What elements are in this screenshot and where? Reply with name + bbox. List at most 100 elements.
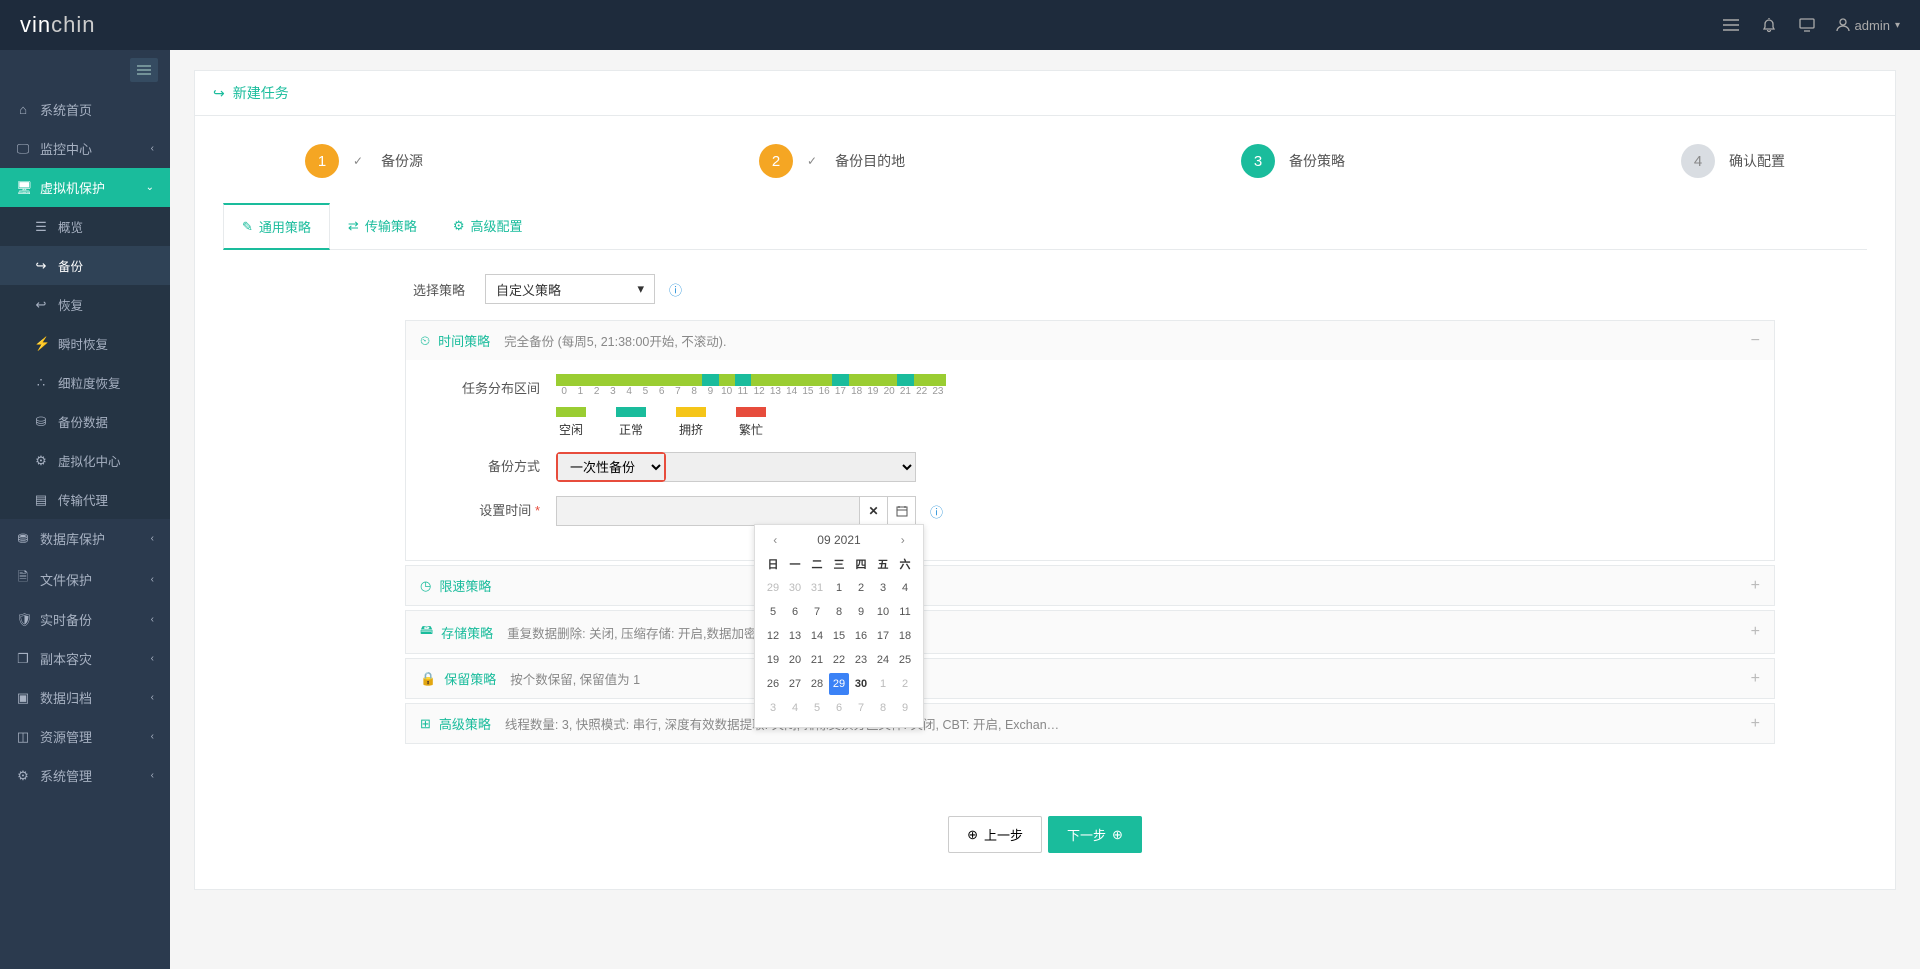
cal-day-29[interactable]: 29 — [763, 577, 783, 599]
cal-day-19[interactable]: 19 — [763, 649, 783, 671]
sidebar-item-monitor[interactable]: 🖵监控中心‹ — [0, 129, 170, 168]
cal-day-13[interactable]: 13 — [785, 625, 805, 647]
calendar-popup: ‹ 09 2021 › 日一二三四五六293031123456789101112… — [754, 524, 924, 728]
calendar-prev[interactable]: ‹ — [773, 533, 777, 547]
sidebar-item-rt[interactable]: 🛡实时备份‹ — [0, 600, 170, 639]
sidebar-sub-data[interactable]: ⛁备份数据 — [0, 402, 170, 441]
user-menu[interactable]: admin ▾ — [1836, 18, 1900, 33]
cal-day-7[interactable]: 7 — [851, 697, 871, 719]
sidebar-item-vm-protect[interactable]: 🖥虚拟机保护⌄ — [0, 168, 170, 207]
backup-mode-select[interactable]: 一次性备份 — [558, 454, 664, 480]
cal-day-14[interactable]: 14 — [807, 625, 827, 647]
cal-day-9[interactable]: 9 — [851, 601, 871, 623]
cal-day-2[interactable]: 2 — [895, 673, 915, 695]
dashboard-icon: ◫ — [16, 729, 30, 745]
calendar-button[interactable] — [887, 497, 915, 525]
cal-day-30[interactable]: 30 — [851, 673, 871, 695]
share-icon: ↪ — [213, 85, 225, 102]
select-policy-dropdown[interactable]: 自定义策略 ▾ — [485, 274, 655, 304]
sidebar-sub-restore[interactable]: ↩恢复 — [0, 285, 170, 324]
monitor-icon[interactable] — [1798, 16, 1816, 34]
cal-day-10[interactable]: 10 — [873, 601, 893, 623]
cal-day-5[interactable]: 5 — [807, 697, 827, 719]
prev-button[interactable]: ⊕上一步 — [948, 816, 1042, 853]
check-icon: ✓ — [807, 154, 817, 168]
next-button[interactable]: 下一步⊕ — [1048, 816, 1142, 853]
sidebar-item-home[interactable]: ⌂系统首页 — [0, 90, 170, 129]
cal-day-3[interactable]: 3 — [873, 577, 893, 599]
cal-day-1[interactable]: 1 — [829, 577, 849, 599]
grid-icon: ⊞ — [420, 716, 431, 732]
tab-general[interactable]: ✎通用策略 — [223, 203, 330, 250]
info-icon[interactable]: ⓘ — [930, 502, 943, 521]
cal-day-18[interactable]: 18 — [895, 625, 915, 647]
step-policy[interactable]: 3 备份策略 — [1241, 144, 1345, 178]
backup-mode-select-rest[interactable] — [664, 452, 916, 482]
calendar-next[interactable]: › — [901, 533, 905, 547]
cal-day-28[interactable]: 28 — [807, 673, 827, 695]
sidebar-collapse-button[interactable] — [130, 58, 158, 82]
calendar-month[interactable]: 09 2021 — [817, 533, 860, 547]
sidebar-item-archive[interactable]: ▣数据归档‹ — [0, 678, 170, 717]
cal-day-12[interactable]: 12 — [763, 625, 783, 647]
sidebar-sub-proxy[interactable]: ▤传输代理 — [0, 480, 170, 519]
step-confirm: 4 确认配置 — [1681, 144, 1785, 178]
database-icon: ⛁ — [34, 414, 48, 430]
cal-day-25[interactable]: 25 — [895, 649, 915, 671]
cal-day-24[interactable]: 24 — [873, 649, 893, 671]
tab-transfer[interactable]: ⇄传输策略 — [330, 202, 435, 249]
cal-day-4[interactable]: 4 — [785, 697, 805, 719]
cal-day-8[interactable]: 8 — [829, 601, 849, 623]
cal-day-6[interactable]: 6 — [829, 697, 849, 719]
cal-day-22[interactable]: 22 — [829, 649, 849, 671]
cal-day-7[interactable]: 7 — [807, 601, 827, 623]
list-icon[interactable] — [1722, 16, 1740, 34]
cal-day-5[interactable]: 5 — [763, 601, 783, 623]
cal-day-30[interactable]: 30 — [785, 577, 805, 599]
sidebar-item-replica[interactable]: ❐副本容灾‹ — [0, 639, 170, 678]
cal-day-11[interactable]: 11 — [895, 601, 915, 623]
sidebar-sub-virtcenter[interactable]: ⚙虚拟化中心 — [0, 441, 170, 480]
cal-day-1[interactable]: 1 — [873, 673, 893, 695]
cal-day-20[interactable]: 20 — [785, 649, 805, 671]
info-icon[interactable]: ⓘ — [669, 280, 682, 299]
sidebar-sub-instant[interactable]: ⚡瞬时恢复 — [0, 324, 170, 363]
accordion-advanced-header[interactable]: ⊞ 高级策略 线程数量: 3, 快照模式: 串行, 深度有效数据提取: 关闭, … — [406, 704, 1774, 743]
accordion-storage-header[interactable]: 🖴 存储策略 重复数据删除: 关闭, 压缩存储: 开启,数据加密: 关闭 + — [406, 611, 1774, 653]
cal-day-26[interactable]: 26 — [763, 673, 783, 695]
clear-time-button[interactable]: ✕ — [859, 497, 887, 525]
cal-day-27[interactable]: 27 — [785, 673, 805, 695]
bell-icon[interactable] — [1760, 16, 1778, 34]
cal-day-21[interactable]: 21 — [807, 649, 827, 671]
cal-day-2[interactable]: 2 — [851, 577, 871, 599]
cal-day-8[interactable]: 8 — [873, 697, 893, 719]
caret-down-icon: ▾ — [637, 281, 644, 297]
sidebar-item-db[interactable]: ⛃数据库保护‹ — [0, 519, 170, 558]
sidebar-sub-granular[interactable]: ∴细粒度恢复 — [0, 363, 170, 402]
accordion-speed-header[interactable]: ◷ 限速策略 + — [406, 566, 1774, 605]
cal-day-17[interactable]: 17 — [873, 625, 893, 647]
cal-day-29[interactable]: 29 — [829, 673, 849, 695]
desktop-icon: 🖥 — [16, 180, 30, 196]
sidebar-sub-overview[interactable]: ☰概览 — [0, 207, 170, 246]
cal-day-6[interactable]: 6 — [785, 601, 805, 623]
cal-day-3[interactable]: 3 — [763, 697, 783, 719]
cal-day-4[interactable]: 4 — [895, 577, 915, 599]
cal-day-16[interactable]: 16 — [851, 625, 871, 647]
step-dest[interactable]: 2 ✓ 备份目的地 — [759, 144, 905, 178]
cal-day-23[interactable]: 23 — [851, 649, 871, 671]
sidebar-item-file[interactable]: 🗎文件保护‹ — [0, 558, 170, 600]
sidebar-item-resource[interactable]: ◫资源管理‹ — [0, 717, 170, 756]
accordion-retain-header[interactable]: 🔒 保留策略 按个数保留, 保留值为 1 + — [406, 659, 1774, 698]
tab-advanced[interactable]: ⚙高级配置 — [435, 202, 541, 249]
step-source[interactable]: 1 ✓ 备份源 — [305, 144, 423, 178]
cal-day-31[interactable]: 31 — [807, 577, 827, 599]
sidebar-item-system[interactable]: ⚙系统管理‹ — [0, 756, 170, 795]
backup-mode-label: 备份方式 — [426, 452, 556, 475]
wizard-footer: ⊕上一步 下一步⊕ — [195, 788, 1895, 889]
accordion-time-header[interactable]: ⏲ 时间策略 完全备份 (每周5, 21:38:00开始, 不滚动). − — [406, 321, 1774, 360]
set-time-input[interactable] — [557, 504, 859, 519]
cal-day-9[interactable]: 9 — [895, 697, 915, 719]
sidebar-sub-backup[interactable]: ↪备份 — [0, 246, 170, 285]
cal-day-15[interactable]: 15 — [829, 625, 849, 647]
